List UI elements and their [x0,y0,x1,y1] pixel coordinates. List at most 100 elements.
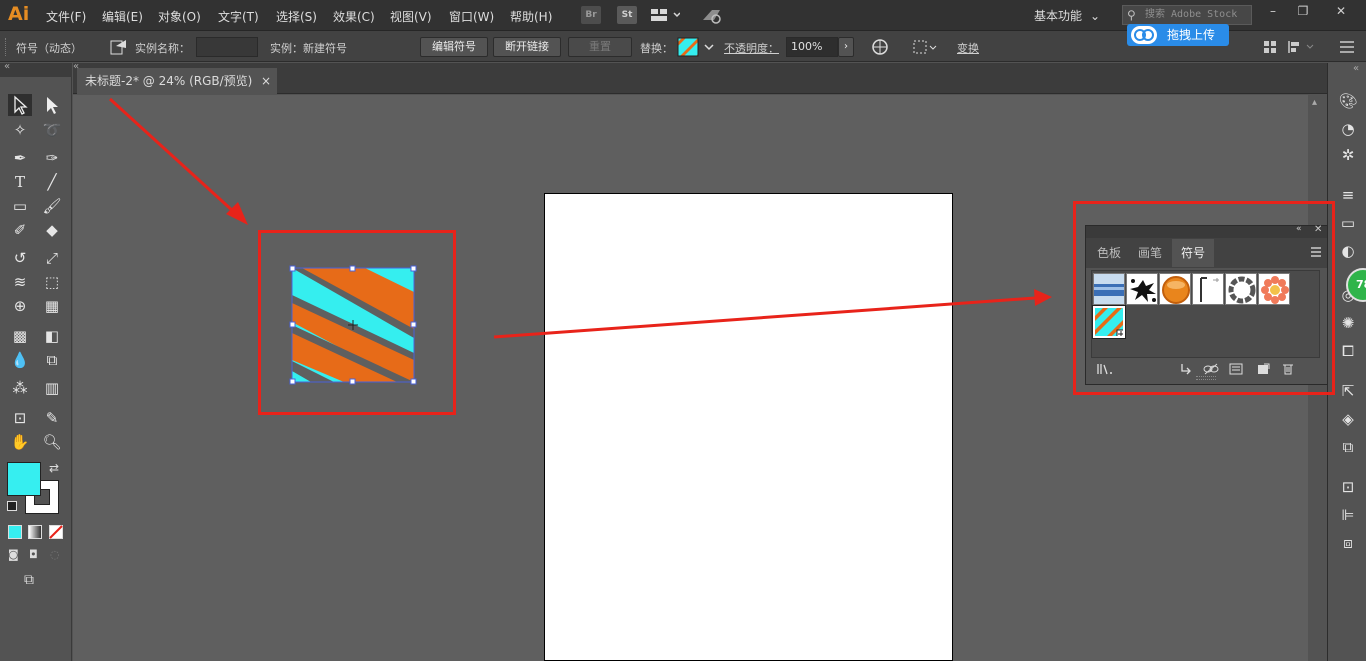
free-transform-tool-icon[interactable]: ⬚ [40,271,64,293]
artboard-tool-icon[interactable]: ⊡ [8,407,32,429]
symbol-libraries-icon[interactable] [1096,363,1114,378]
recolor-icon[interactable]: ✲ [1337,145,1359,165]
column-graph-tool-icon[interactable]: ▥ [40,377,64,399]
hand-tool-icon[interactable]: ✋ [8,431,32,453]
align-left-icon[interactable] [1287,39,1317,55]
magic-wand-tool-icon[interactable]: ✧ [8,119,32,141]
color-palette-icon[interactable]: 🎨︎ [1337,91,1359,111]
recolor-artwork-icon[interactable] [871,38,889,56]
symbol-blue-banner[interactable] [1093,273,1125,305]
symbols-panel-header[interactable]: « ✕ [1086,224,1327,238]
menu-window[interactable]: 窗口(W) [449,8,494,25]
edit-symbol-button[interactable]: 编辑符号 [420,37,488,57]
export-icon[interactable]: ⇱ [1337,381,1359,401]
replace-symbol-dropdown[interactable] [677,37,717,57]
opacity-input[interactable]: 100% [786,37,838,57]
curvature-tool-icon[interactable]: ✑ [40,147,64,169]
gradient-panel-icon[interactable]: ▭ [1337,213,1359,233]
instance-name-input[interactable] [196,37,258,57]
draw-normal-icon[interactable]: ◙ [8,548,24,562]
expand-panels-icon[interactable]: « [1353,63,1359,74]
shape-builder-tool-icon[interactable]: ⊕ [8,295,32,317]
stock-search-input[interactable]: ⚲ 搜索 Adobe Stock [1122,5,1252,25]
graphic-styles-icon[interactable]: ✺ [1337,313,1359,333]
selection-tool-icon[interactable] [8,94,32,116]
stroke-panel-icon[interactable]: ≡ [1337,185,1359,205]
gradient-mode-icon[interactable] [28,525,42,539]
close-panel-icon[interactable]: ✕ [1314,224,1322,235]
tools-panel-header[interactable]: « [0,61,72,77]
zoom-tool-icon[interactable]: 🔍︎ [40,431,64,453]
swap-fill-stroke-icon[interactable]: ⇄ [49,461,59,475]
color-guide-icon[interactable]: ◔ [1337,119,1359,139]
close-window-icon[interactable]: ✕ [1326,2,1356,22]
align-to-icon[interactable] [912,38,938,56]
screen-mode-icon[interactable]: ⧉ [24,572,48,590]
symbol-frame-ring[interactable] [1225,273,1257,305]
transparency-panel-icon[interactable]: ◐ [1337,241,1359,261]
gradient-tool-icon[interactable]: ◧ [40,325,64,347]
document-tab[interactable]: 未标题-2* @ 24% (RGB/预览) × [77,68,277,94]
menu-select[interactable]: 选择(S) [276,8,317,25]
align-panel-icon[interactable]: ⊫ [1337,505,1359,525]
symbol-ink-splat[interactable] [1126,273,1158,305]
pen-tool-icon[interactable]: ✒ [8,147,32,169]
width-tool-icon[interactable]: ≋ [8,271,32,293]
fill-swatch[interactable] [7,462,41,496]
close-tab-icon[interactable]: × [261,68,271,94]
tab-swatches[interactable]: 色板 [1090,239,1128,267]
draw-behind-icon[interactable]: ◘ [29,548,45,562]
scale-tool-icon[interactable]: ⤢ [40,247,64,269]
paintbrush-tool-icon[interactable]: 🖌 [40,195,64,217]
gpu-performance-icon[interactable] [700,6,724,24]
artboard[interactable] [544,193,953,661]
menu-edit[interactable]: 编辑(E) [102,8,143,25]
delete-symbol-icon[interactable] [1281,363,1295,378]
drag-upload-button[interactable]: 拖拽上传 [1127,24,1229,46]
menu-help[interactable]: 帮助(H) [510,8,552,25]
artboards-panel-icon[interactable]: ⧉ [1337,437,1359,457]
menu-view[interactable]: 视图(V) [390,8,432,25]
perspective-grid-tool-icon[interactable]: ▦ [40,295,64,317]
none-mode-icon[interactable] [49,525,63,539]
control-bar-grip[interactable] [5,38,8,56]
direct-selection-tool-icon[interactable] [40,94,64,116]
place-symbol-instance-icon[interactable] [1179,363,1193,378]
bridge-button[interactable]: Br [581,6,601,24]
asset-export-icon[interactable]: ⧠ [1337,341,1359,361]
eraser-tool-icon[interactable]: ◆ [40,219,64,241]
mesh-tool-icon[interactable]: ▩ [8,325,32,347]
symbol-instance[interactable] [289,265,417,385]
symbol-orange-button[interactable] [1159,273,1191,305]
slice-tool-icon[interactable]: ✎ [40,407,64,429]
transform-link[interactable]: 变换 [957,40,979,56]
layers-panel-icon[interactable]: ◈ [1337,409,1359,429]
pathfinder-panel-icon[interactable]: ⧈ [1337,533,1359,553]
minimize-icon[interactable]: – [1258,2,1288,22]
panel-options-icon[interactable] [1309,246,1323,258]
symbol-pen-cursor[interactable] [1192,273,1224,305]
symbol-diagonal-stripes[interactable] [1092,305,1126,339]
menu-file[interactable]: 文件(F) [46,8,86,25]
eyedropper-tool-icon[interactable]: 💧 [8,349,32,371]
rotate-tool-icon[interactable]: ↺ [8,247,32,269]
menu-effect[interactable]: 效果(C) [333,8,375,25]
new-symbol-icon[interactable] [1256,363,1270,378]
blend-tool-icon[interactable]: ⧉ [40,349,64,371]
symbol-flower[interactable] [1258,273,1290,305]
break-link-button[interactable]: 断开链接 [493,37,561,57]
arrange-documents-icon[interactable] [650,7,681,23]
default-fill-stroke-icon[interactable] [7,501,17,511]
draw-inside-icon[interactable]: ◌ [50,548,66,562]
color-mode-icon[interactable] [8,525,22,539]
type-tool-icon[interactable]: T [8,171,32,193]
symbol-options-icon[interactable] [1229,363,1243,378]
reset-button[interactable]: 重置 [568,37,632,57]
collapse-panel-icon[interactable]: « [1296,224,1302,234]
transform-panel-icon[interactable]: ⊡ [1337,477,1359,497]
panel-menu-icon[interactable] [1338,39,1356,55]
menu-object[interactable]: 对象(O) [158,8,201,25]
line-segment-tool-icon[interactable]: ╱ [40,171,64,193]
workspace-switcher[interactable]: 基本功能 ⌄ [1022,6,1104,26]
lasso-tool-icon[interactable]: ➰ [40,119,64,141]
